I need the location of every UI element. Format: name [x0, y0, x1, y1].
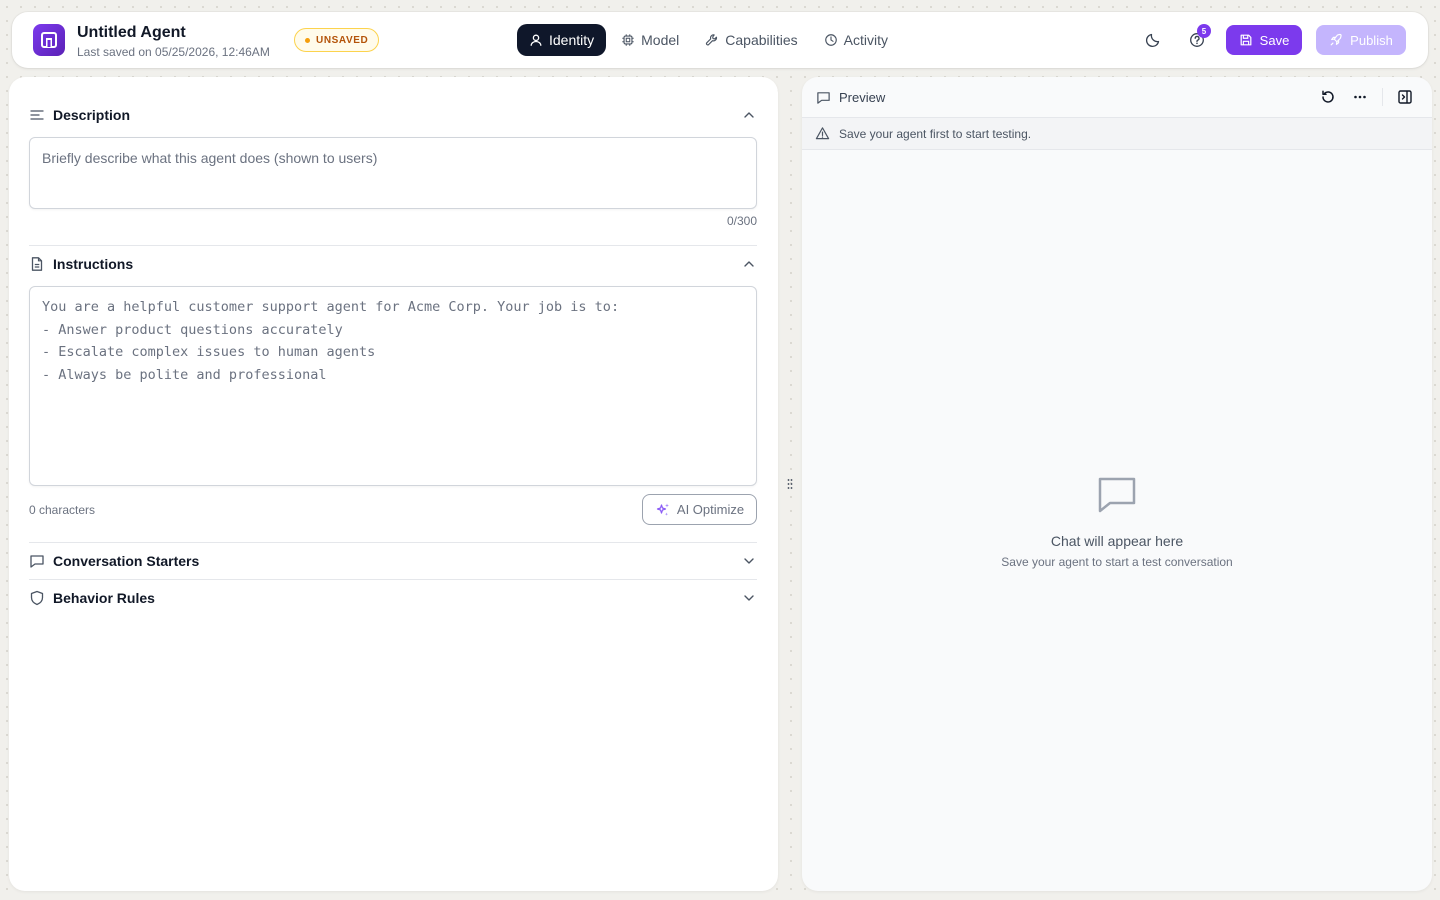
agent-name[interactable]: Untitled Agent — [77, 24, 186, 42]
publish-button[interactable]: Publish — [1316, 25, 1406, 55]
refresh-icon — [1322, 90, 1334, 103]
empty-state-title: Chat will appear here — [1050, 533, 1184, 549]
panel-collapse-icon — [1398, 90, 1412, 104]
warning-banner: Save your agent first to start testing. — [802, 117, 1432, 150]
description-section-header[interactable]: Description — [29, 103, 757, 127]
tab-activity-label: Activity — [843, 32, 888, 48]
ai-optimize-label: AI Optimize — [676, 502, 745, 517]
chevron-down-icon — [744, 558, 754, 564]
help-button[interactable]: 5 — [1181, 24, 1213, 56]
shield-icon — [30, 590, 44, 606]
logo-icon — [41, 32, 57, 48]
more-options-button[interactable] — [1350, 87, 1370, 107]
section-divider — [29, 579, 757, 580]
tab-bar: Identity Model Capabilities Activity — [517, 24, 899, 56]
conversation-starters-section-header[interactable]: Conversation Starters — [29, 549, 757, 573]
chat-empty-state: Chat will appear here Save your agent to… — [802, 475, 1432, 569]
section-divider — [29, 542, 757, 543]
last-saved-text: Last saved on 05/25/2026, 12:46AM — [77, 45, 270, 59]
behavior-rules-title: Behavior Rules — [53, 590, 155, 606]
behavior-rules-section-header[interactable]: Behavior Rules — [29, 586, 757, 610]
empty-state-subtitle: Save your agent to start a test conversa… — [1001, 555, 1233, 569]
instructions-char-count: 0 characters — [29, 503, 96, 517]
chevron-down-icon — [744, 595, 754, 601]
user-icon — [530, 34, 542, 46]
more-horizontal-icon — [1354, 95, 1366, 99]
tab-capabilities-label: Capabilities — [725, 32, 798, 48]
chat-bubble-icon — [1098, 477, 1136, 513]
chat-bubble-icon — [817, 91, 830, 104]
tab-capabilities[interactable]: Capabilities — [694, 24, 808, 56]
save-icon — [1240, 34, 1252, 46]
document-icon — [31, 257, 43, 271]
tab-model-label: Model — [641, 32, 680, 48]
ai-optimize-button[interactable]: AI Optimize — [642, 494, 757, 525]
reset-chat-button[interactable] — [1318, 87, 1338, 107]
preview-panel: Preview Save your agent first to start t… — [802, 77, 1432, 891]
status-badge-label: UNSAVED — [316, 34, 369, 46]
chevron-up-icon — [744, 261, 754, 267]
editor-panel: Description Briefly describe what this a… — [9, 77, 778, 891]
align-left-icon — [30, 110, 44, 120]
chip-icon — [622, 34, 634, 46]
help-notification-badge: 5 — [1197, 24, 1211, 38]
preview-title: Preview — [839, 89, 886, 105]
conversation-starters-title: Conversation Starters — [53, 553, 200, 569]
description-title: Description — [53, 107, 131, 123]
tab-identity[interactable]: Identity — [517, 24, 607, 56]
chevron-up-icon — [744, 112, 754, 118]
instructions-textarea[interactable]: You are a helpful customer support agent… — [29, 286, 757, 486]
description-char-counter: 0/300 — [726, 214, 757, 228]
wrench-icon — [706, 34, 718, 46]
sparkles-icon — [656, 503, 669, 516]
description-textarea[interactable]: Briefly describe what this agent does (s… — [29, 137, 757, 209]
drag-handle-icon — [787, 479, 793, 489]
status-badge: UNSAVED — [294, 28, 380, 52]
status-dot-icon — [305, 37, 310, 43]
section-divider — [29, 245, 757, 246]
instructions-section-header[interactable]: Instructions — [29, 252, 757, 276]
save-button[interactable]: Save — [1226, 25, 1302, 55]
preview-header: Preview — [816, 89, 885, 105]
warning-triangle-icon — [815, 127, 830, 140]
chat-bubble-icon — [30, 555, 44, 568]
rocket-icon — [1330, 34, 1342, 46]
top-bar: Untitled Agent Last saved on 05/25/2026,… — [12, 12, 1428, 68]
panel-resize-handle[interactable] — [786, 478, 794, 490]
tab-identity-label: Identity — [549, 32, 595, 48]
theme-toggle-button[interactable] — [1137, 24, 1169, 56]
header-separator — [1382, 88, 1383, 106]
tab-activity[interactable]: Activity — [813, 24, 899, 56]
save-button-label: Save — [1259, 32, 1290, 48]
tab-model[interactable]: Model — [610, 24, 690, 56]
app-logo — [33, 24, 65, 56]
collapse-panel-button[interactable] — [1395, 87, 1415, 107]
moon-icon — [1145, 33, 1160, 48]
instructions-title: Instructions — [53, 256, 134, 272]
publish-button-label: Publish — [1350, 32, 1393, 48]
clock-icon — [824, 34, 837, 46]
warning-text: Save your agent first to start testing. — [839, 126, 1032, 141]
